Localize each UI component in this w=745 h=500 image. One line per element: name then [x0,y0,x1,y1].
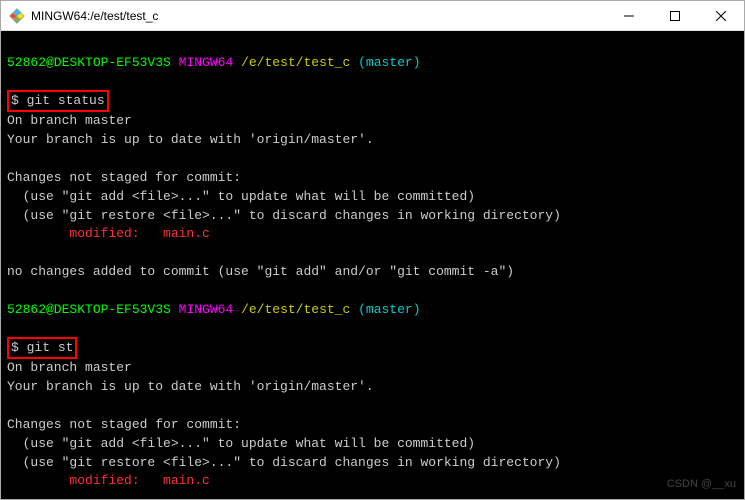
prompt-dollar: $ [11,340,27,355]
titlebar[interactable]: MINGW64:/e/test/test_c [1,1,744,31]
maximize-button[interactable] [652,1,698,31]
watermark: CSDN @__xu [667,477,736,493]
prompt-path: /e/test/test_c [241,55,350,70]
close-button[interactable] [698,1,744,31]
command-text: git st [27,340,74,355]
prompt-env: MINGW64 [179,55,234,70]
output-line: Your branch is up to date with 'origin/m… [7,379,374,394]
window-controls [606,1,744,31]
output-line: Changes not staged for commit: [7,170,241,185]
prompt-user: 52862@DESKTOP-EF53V3S [7,302,171,317]
output-modified: modified: main.c [7,473,210,488]
prompt-branch: (master) [358,55,420,70]
terminal[interactable]: 52862@DESKTOP-EF53V3S MINGW64 /e/test/te… [1,31,744,499]
highlight-box: $ git st [7,337,77,360]
window-title: MINGW64:/e/test/test_c [31,9,606,23]
output-line: (use "git add <file>..." to update what … [7,189,475,204]
minimize-button[interactable] [606,1,652,31]
prompt-env: MINGW64 [179,302,234,317]
output-line: (use "git restore <file>..." to discard … [7,208,561,223]
prompt-line: 52862@DESKTOP-EF53V3S MINGW64 /e/test/te… [7,301,738,320]
highlight-box: $ git status [7,90,109,113]
prompt-dollar: $ [11,93,27,108]
app-icon [9,8,25,24]
prompt-branch: (master) [358,302,420,317]
output-line: no changes added to commit (use "git add… [7,264,514,279]
output-line: Changes not staged for commit: [7,417,241,432]
output-modified: modified: main.c [7,226,210,241]
prompt-line: 52862@DESKTOP-EF53V3S MINGW64 /e/test/te… [7,54,738,73]
output-line: (use "git restore <file>..." to discard … [7,455,561,470]
output-line: Your branch is up to date with 'origin/m… [7,132,374,147]
output-line: On branch master [7,360,132,375]
output-line: On branch master [7,113,132,128]
prompt-user: 52862@DESKTOP-EF53V3S [7,55,171,70]
window: MINGW64:/e/test/test_c 52862@DESKTOP-EF5… [0,0,745,500]
output-line: (use "git add <file>..." to update what … [7,436,475,451]
prompt-path: /e/test/test_c [241,302,350,317]
command-text: git status [27,93,105,108]
